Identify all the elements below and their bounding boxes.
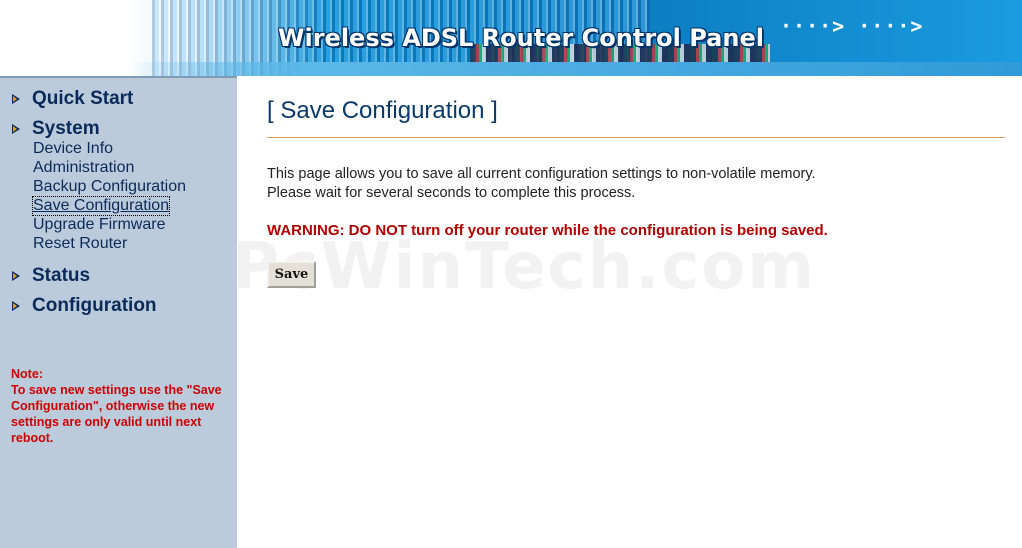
bullet-arrow-icon: [12, 94, 20, 104]
page-description: This page allows you to save all current…: [267, 166, 816, 201]
banner-bottom-band: [130, 62, 1022, 76]
sidebar-note: Note: To save new settings use the "Save…: [11, 367, 222, 445]
sidebar: Quick Start System Device Info Administr…: [0, 76, 237, 548]
nav-item-upgrade-firmware[interactable]: Upgrade Firmware: [33, 216, 165, 234]
save-button[interactable]: Save: [267, 261, 316, 288]
nav-item-administration[interactable]: Administration: [33, 159, 134, 177]
watermark: PcWinTech.com: [232, 230, 816, 304]
nav-status[interactable]: Status: [12, 265, 90, 287]
bullet-arrow-icon: [12, 301, 20, 311]
header-banner: Wireless ADSL Router Control Panel ····>…: [0, 0, 1022, 76]
nav-section-label: Quick Start: [32, 88, 134, 109]
nav-item-reset-router[interactable]: Reset Router: [33, 235, 127, 253]
warning-text: WARNING: DO NOT turn off your router whi…: [267, 222, 828, 239]
nav-item-save-configuration[interactable]: Save Configuration: [31, 196, 171, 216]
nav-section-label: System: [32, 118, 100, 139]
nav-system[interactable]: System: [12, 118, 100, 140]
title-divider: [267, 137, 1005, 138]
nav-item-backup-configuration[interactable]: Backup Configuration: [33, 178, 186, 196]
nav-quick-start[interactable]: Quick Start: [12, 88, 133, 110]
arrow-right-icon: ····> ····>: [780, 14, 924, 38]
bullet-arrow-icon: [12, 124, 20, 134]
nav-configuration[interactable]: Configuration: [12, 295, 157, 317]
nav-item-device-info[interactable]: Device Info: [33, 140, 113, 158]
bullet-arrow-icon: [12, 271, 20, 281]
nav-section-label: Configuration: [32, 295, 157, 316]
banner-title: Wireless ADSL Router Control Panel: [278, 24, 764, 52]
nav-section-label: Status: [32, 265, 91, 286]
page-title: [ Save Configuration ]: [267, 97, 498, 124]
